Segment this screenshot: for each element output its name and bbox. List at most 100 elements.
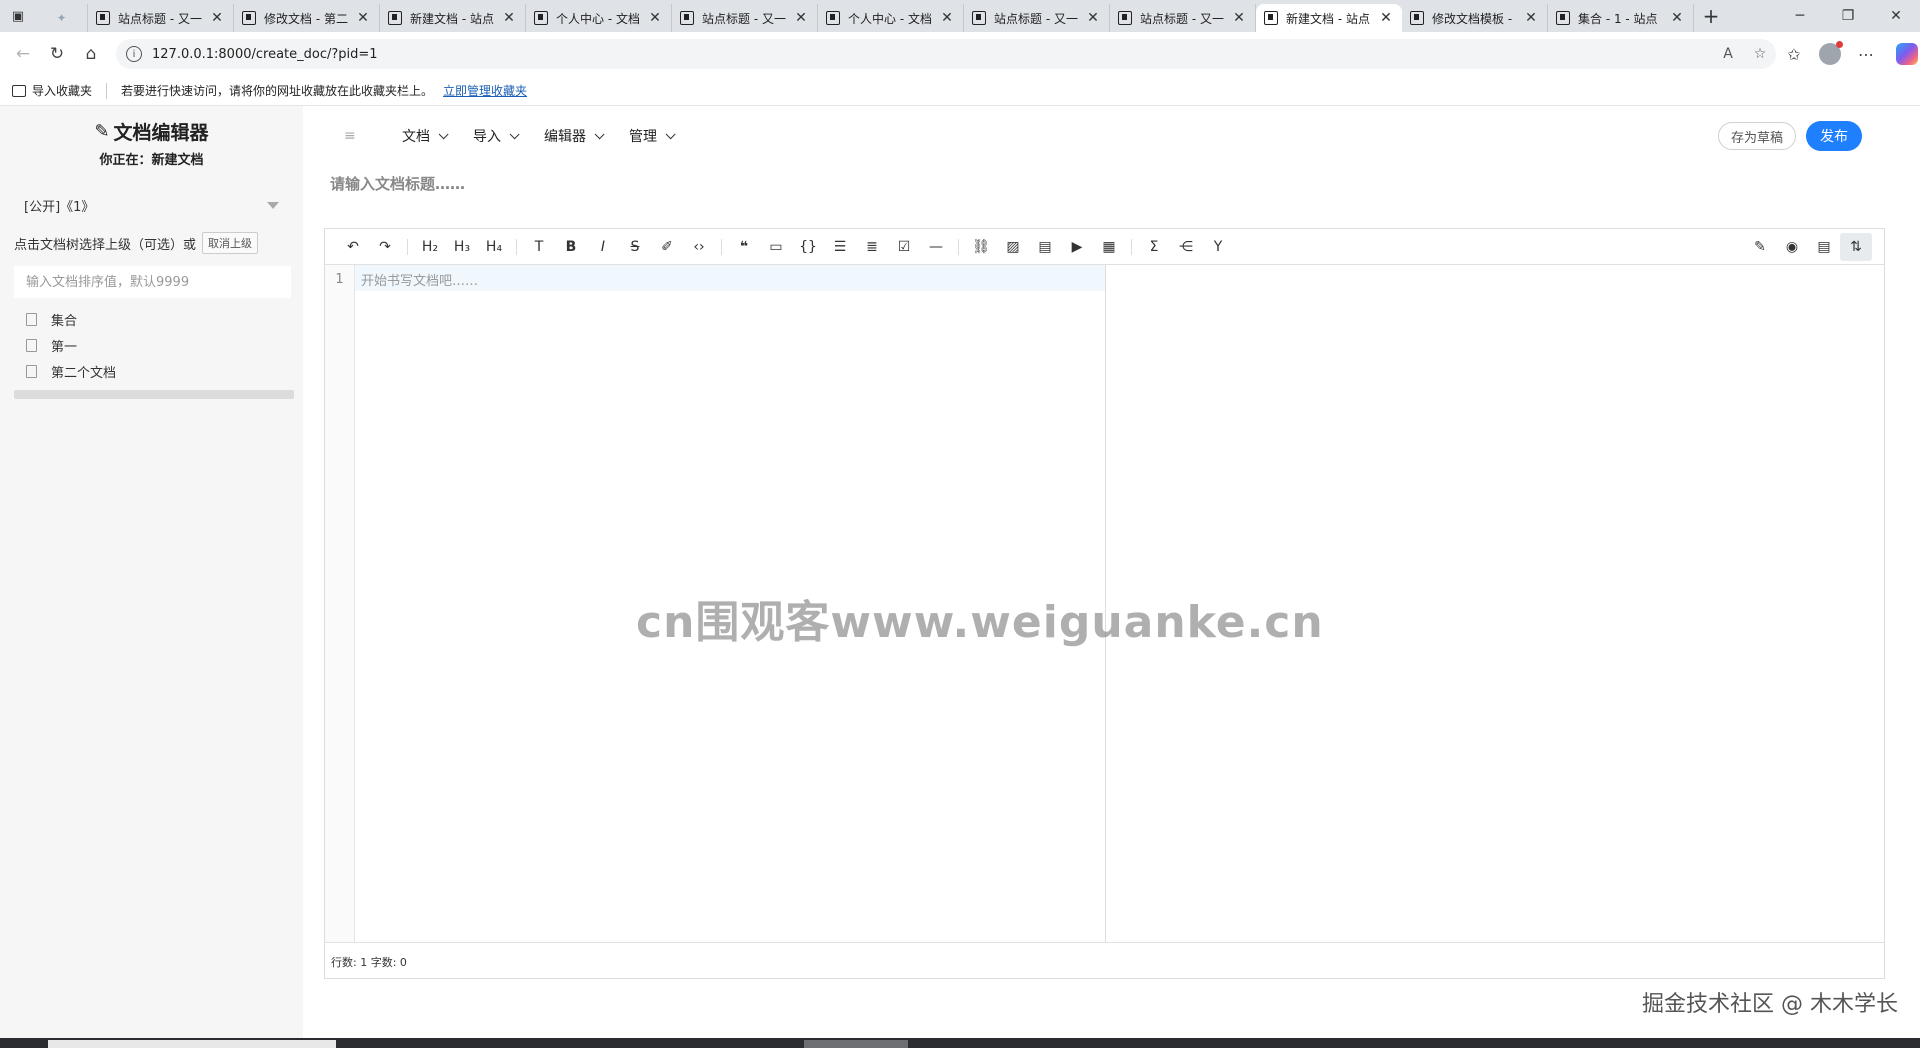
profile-avatar[interactable] <box>1819 41 1843 65</box>
back-icon[interactable]: ← <box>6 37 40 71</box>
tree-item[interactable]: 集合 <box>26 306 303 332</box>
undo-icon[interactable]: ↶ <box>337 233 369 261</box>
url-text[interactable]: 127.0.0.1:8000/create_doc/?pid=1 <box>152 47 1712 62</box>
toolbar-divider <box>1131 238 1132 255</box>
tab-title: 修改文档 - 第二 <box>264 11 348 26</box>
minimize-icon[interactable]: ─ <box>1776 8 1824 24</box>
doc-title-input[interactable] <box>324 166 1884 202</box>
favorites-icon[interactable]: ✩ <box>1776 45 1812 64</box>
sidebar-toggle-icon[interactable]: ≡ <box>344 128 374 144</box>
manage-favorites-link[interactable]: 立即管理收藏夹 <box>443 82 527 99</box>
tree-item-label: 集合 <box>51 313 78 329</box>
browser-tab[interactable]: 站点标题 - 又一 ✕ <box>88 4 234 32</box>
table-icon[interactable]: ▦ <box>1093 233 1125 261</box>
close-tab-icon[interactable]: ✕ <box>1231 10 1247 26</box>
close-tab-icon[interactable]: ✕ <box>1378 10 1394 26</box>
formula-icon[interactable]: Σ <box>1138 233 1170 261</box>
attachment-icon[interactable]: ▤ <box>1029 233 1061 261</box>
url-field[interactable]: i 127.0.0.1:8000/create_doc/?pid=1 A ☆ <box>116 39 1776 69</box>
preview-icon[interactable]: ◉ <box>1776 233 1808 261</box>
horizontal-rule-icon[interactable]: — <box>920 233 952 261</box>
editor-status-bar: 行数: 1 字数: 0 <box>325 942 1884 978</box>
taskbar-segment <box>804 1040 908 1048</box>
browser-tab-strip: ▣ ✦ 站点标题 - 又一 ✕ 修改文档 - 第二 ✕ 新建文档 - 站点 ✕ 个人中… <box>0 0 1920 32</box>
page-favicon-icon <box>972 11 986 25</box>
browser-tab[interactable]: 个人中心 - 文档 ✕ <box>818 4 964 32</box>
browser-tab[interactable]: 修改文档模板 - ✕ <box>1402 4 1548 32</box>
h4-icon[interactable]: H₄ <box>478 233 510 261</box>
font-icon[interactable]: T <box>523 233 555 261</box>
content-placeholder[interactable]: 开始书写文档吧…… <box>355 265 1105 291</box>
read-aloud-icon[interactable]: A <box>1712 46 1744 62</box>
close-tab-icon[interactable]: ✕ <box>1669 10 1685 26</box>
bold-icon[interactable]: B <box>555 233 587 261</box>
menu-document[interactable]: 文档 <box>402 126 449 146</box>
close-tab-icon[interactable]: ✕ <box>355 10 371 26</box>
browser-tab[interactable]: 修改文档 - 第二 ✕ <box>234 4 380 32</box>
import-favorites-icon[interactable] <box>12 84 26 97</box>
edit-mode-icon[interactable]: ✎ <box>1744 233 1776 261</box>
collection-select[interactable]: [公开]《1》 <box>14 192 289 218</box>
menu-editor[interactable]: 编辑器 <box>544 126 605 146</box>
close-window-icon[interactable]: ✕ <box>1872 8 1920 24</box>
browser-tab-active[interactable]: 新建文档 - 站点 ✕ <box>1256 4 1402 32</box>
close-tab-icon[interactable]: ✕ <box>939 10 955 26</box>
tree-item[interactable]: 第二个文档 <box>26 358 303 384</box>
site-info-icon[interactable]: i <box>126 46 142 62</box>
toc-icon[interactable]: ▤ <box>1808 233 1840 261</box>
menu-manage[interactable]: 管理 <box>629 126 676 146</box>
inline-code-icon[interactable]: {} <box>792 233 824 261</box>
unordered-list-icon[interactable]: ☰ <box>824 233 856 261</box>
close-tab-icon[interactable]: ✕ <box>647 10 663 26</box>
image-icon[interactable]: ▨ <box>997 233 1029 261</box>
close-tab-icon[interactable]: ✕ <box>793 10 809 26</box>
browser-tab[interactable]: 新建文档 - 站点 ✕ <box>380 4 526 32</box>
cancel-parent-button[interactable]: 取消上级 <box>202 232 259 254</box>
restore-icon[interactable]: ❐ <box>1824 8 1872 24</box>
strikethrough-icon[interactable]: S <box>619 233 651 261</box>
close-tab-icon[interactable]: ✕ <box>1523 10 1539 26</box>
tree-item[interactable]: 第一 <box>26 332 303 358</box>
new-tab-icon[interactable]: + <box>1694 4 1728 28</box>
close-tab-icon[interactable]: ✕ <box>1085 10 1101 26</box>
publish-button[interactable]: 发布 <box>1806 121 1862 151</box>
more-menu-icon[interactable]: ⋯ <box>1848 45 1884 64</box>
link-icon[interactable]: ⛓ <box>965 233 997 261</box>
browser-tab[interactable]: 站点标题 - 又一 ✕ <box>964 4 1110 32</box>
redo-icon[interactable]: ↷ <box>369 233 401 261</box>
copilot-icon[interactable] <box>1896 43 1918 65</box>
mindmap-icon[interactable]: ⋲ <box>1170 233 1202 261</box>
quote-icon[interactable]: ❝ <box>728 233 760 261</box>
comment-icon[interactable]: ▭ <box>760 233 792 261</box>
h3-icon[interactable]: H₃ <box>446 233 478 261</box>
browser-tab[interactable]: 站点标题 - 又一 ✕ <box>1110 4 1256 32</box>
import-favorites-label[interactable]: 导入收藏夹 <box>32 82 92 99</box>
browser-tab[interactable]: 个人中心 - 文档 ✕ <box>526 4 672 32</box>
menu-import[interactable]: 导入 <box>473 126 520 146</box>
menu-label: 编辑器 <box>544 129 586 145</box>
h2-icon[interactable]: H₂ <box>414 233 446 261</box>
browser-tab[interactable]: 集合 - 1 - 站点 ✕ <box>1548 4 1694 32</box>
sync-scroll-icon[interactable]: ⇅ <box>1840 232 1872 261</box>
highlight-icon[interactable]: ✐ <box>651 233 683 261</box>
close-tab-icon[interactable]: ✕ <box>501 10 517 26</box>
browser-tab[interactable]: 站点标题 - 又一 ✕ <box>672 4 818 32</box>
task-list-icon[interactable]: ☑ <box>888 233 920 261</box>
tree-scrollbar[interactable] <box>14 390 294 399</box>
refresh-icon[interactable]: ↻ <box>40 37 74 71</box>
save-draft-button[interactable]: 存为草稿 <box>1717 122 1796 150</box>
video-icon[interactable]: ▶ <box>1061 233 1093 261</box>
tab-actions-icon[interactable]: ▣ <box>0 0 36 32</box>
sort-order-input[interactable] <box>14 266 291 298</box>
echarts-icon[interactable]: Y <box>1202 233 1234 261</box>
ordered-list-icon[interactable]: ≣ <box>856 233 888 261</box>
italic-icon[interactable]: I <box>587 233 619 261</box>
home-icon[interactable]: ⌂ <box>74 37 108 71</box>
close-tab-icon[interactable]: ✕ <box>209 10 225 26</box>
tab-title: 站点标题 - 又一 <box>118 11 202 26</box>
credit-watermark: 掘金技术社区 @ 木木学长 <box>1642 992 1898 1017</box>
doc-tree: 集合 第一 第二个文档 <box>26 306 303 384</box>
code-icon[interactable]: ‹› <box>683 233 715 261</box>
tab-pinned[interactable]: ✦ <box>36 4 88 32</box>
favorite-star-icon[interactable]: ☆ <box>1744 46 1776 62</box>
